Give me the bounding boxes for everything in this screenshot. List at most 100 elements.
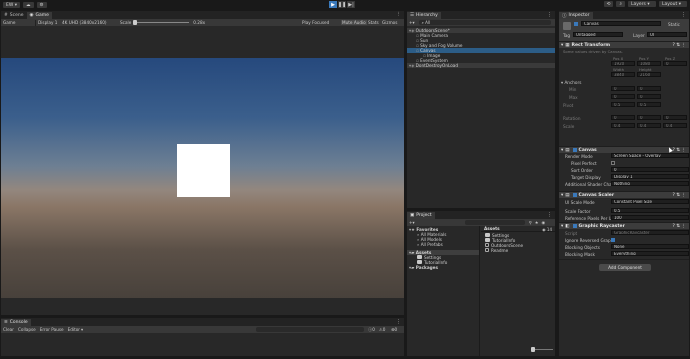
pivot-y-field[interactable]: 0.5 bbox=[637, 102, 661, 107]
static-toggle[interactable]: Static bbox=[668, 22, 680, 27]
reference-ppu-field[interactable]: 100 bbox=[611, 215, 689, 220]
width-field[interactable]: 3840 bbox=[611, 72, 635, 77]
graphic-raycaster-enabled-checkbox[interactable] bbox=[572, 224, 577, 228]
console-search-field[interactable] bbox=[256, 327, 364, 332]
layers-dropdown[interactable]: Layers ▾ bbox=[628, 1, 656, 7]
game-mode-dropdown[interactable]: Game bbox=[3, 20, 33, 25]
component-menu-icon[interactable]: ? ⇅ ⋮ bbox=[672, 148, 686, 153]
zoom-slider-handle[interactable] bbox=[531, 347, 535, 352]
max-y-field[interactable]: 0 bbox=[637, 94, 661, 99]
render-mode-dropdown[interactable]: Screen Space - Overlay bbox=[611, 153, 689, 158]
tab-console[interactable]: ≡ Console bbox=[1, 319, 31, 326]
pos-z-field[interactable]: 0 bbox=[663, 61, 687, 66]
display-dropdown[interactable]: Display 1 bbox=[38, 20, 62, 25]
mute-audio-toggle[interactable]: Mute Audio bbox=[341, 20, 367, 25]
min-y-field[interactable]: 0 bbox=[637, 86, 661, 91]
more-icon[interactable]: ⋮ bbox=[396, 319, 401, 325]
error-pause-button[interactable]: Error Pause bbox=[40, 327, 64, 332]
rotation-z-field[interactable]: 0 bbox=[663, 115, 687, 120]
hierarchy-search-field[interactable]: ⌕ All bbox=[418, 20, 551, 25]
add-icon[interactable]: +▾ bbox=[409, 20, 415, 25]
log-count[interactable]: ⓘ0 bbox=[368, 327, 375, 333]
error-count[interactable]: ⊗0 bbox=[391, 327, 397, 332]
scale-x-field[interactable]: 0.4 bbox=[611, 123, 635, 128]
min-x-field[interactable]: 0 bbox=[611, 86, 635, 91]
cloud-icon[interactable]: ☁ bbox=[23, 2, 34, 8]
height-field[interactable]: 2160 bbox=[637, 72, 661, 77]
tab-inspector[interactable]: ⓘ Inspector bbox=[559, 12, 593, 19]
history-icon[interactable]: ⟲ bbox=[603, 1, 614, 7]
pos-y-field[interactable]: 1080 bbox=[637, 61, 661, 66]
rotation-x-field[interactable]: 0 bbox=[611, 115, 635, 120]
more-icon[interactable]: ⋮ bbox=[397, 12, 402, 17]
project-tree-item[interactable]: ⌕ All Prefabs bbox=[407, 242, 479, 247]
canvas-scaler-body: UI Scale Mode Constant Pixel Size Scale … bbox=[559, 198, 689, 222]
filter-icon[interactable]: ⚲ bbox=[529, 220, 532, 225]
project-tree-item[interactable]: ▾▰ Packages bbox=[407, 265, 479, 270]
warning-count[interactable]: ⚠0 bbox=[379, 327, 385, 332]
graphic-raycaster-header[interactable]: ▾ ◧ Graphic Raycaster ? ⇅ ⋮ bbox=[559, 222, 689, 229]
blocking-mask-dropdown[interactable]: Everything bbox=[611, 251, 689, 256]
stats-toggle[interactable]: Stats bbox=[368, 20, 379, 25]
canvas-enabled-checkbox[interactable] bbox=[572, 148, 577, 152]
eye-icon[interactable]: ◉ bbox=[541, 220, 545, 225]
layer-dropdown[interactable]: UI bbox=[647, 32, 687, 37]
canvas-scaler-header[interactable]: ▾ ▤ Canvas Scaler ? ⇅ ⋮ bbox=[559, 191, 689, 198]
asset-item[interactable]: Readme bbox=[481, 248, 555, 253]
anchors-foldout[interactable]: ▾ Anchors bbox=[561, 80, 581, 85]
component-menu-icon[interactable]: ? ⇅ ⋮ bbox=[672, 43, 686, 48]
scale-factor-field[interactable]: 0.5 bbox=[611, 208, 689, 213]
star-icon[interactable]: ★ bbox=[535, 220, 539, 225]
tab-project[interactable]: ▣ Project bbox=[407, 212, 435, 219]
shader-channels-dropdown[interactable]: Nothing bbox=[611, 181, 689, 186]
component-menu-icon[interactable]: ? ⇅ ⋮ bbox=[672, 224, 686, 229]
resolution-dropdown[interactable]: 4K UHD (3840x2160) bbox=[62, 20, 120, 25]
rotation-y-field[interactable]: 0 bbox=[637, 115, 661, 120]
active-checkbox[interactable] bbox=[574, 22, 578, 26]
ui-scale-mode-dropdown[interactable]: Constant Pixel Size bbox=[611, 199, 689, 204]
chevron-down-icon[interactable]: ▾◈ bbox=[409, 28, 416, 33]
more-icon[interactable]: ⋮ bbox=[681, 12, 686, 18]
more-icon[interactable]: ⋮ bbox=[547, 212, 552, 218]
tag-dropdown[interactable]: Untagged bbox=[573, 32, 623, 37]
tab-scene[interactable]: # Scene bbox=[1, 12, 27, 19]
component-menu-icon[interactable]: ? ⇅ ⋮ bbox=[672, 193, 686, 198]
blocking-objects-dropdown[interactable]: None bbox=[611, 244, 689, 249]
scale-slider[interactable] bbox=[133, 20, 190, 25]
canvas-scaler-enabled-checkbox[interactable] bbox=[572, 193, 577, 197]
zoom-slider[interactable] bbox=[531, 347, 553, 352]
sort-order-field[interactable]: 0 bbox=[611, 167, 689, 172]
pause-icon[interactable]: ❚❚ bbox=[338, 1, 346, 8]
hierarchy-item[interactable]: ▾◈ DontDestroyOnLoad bbox=[407, 63, 555, 68]
clear-button[interactable]: Clear bbox=[3, 327, 14, 332]
tab-hierarchy[interactable]: ☰ Hierarchy bbox=[407, 12, 441, 19]
account-button[interactable]: EW ▾ bbox=[3, 2, 20, 8]
project-search-field[interactable] bbox=[464, 220, 525, 225]
add-icon[interactable]: +▾ bbox=[409, 220, 415, 225]
pos-x-field[interactable]: 1920 bbox=[611, 61, 635, 66]
target-display-dropdown[interactable]: Display 1 bbox=[611, 174, 689, 179]
add-component-button[interactable]: Add Component bbox=[599, 264, 651, 271]
play-focused-dropdown[interactable]: Play Focused bbox=[302, 20, 329, 25]
rect-transform-header[interactable]: ▾ ▦ Rect Transform ? ⇅ ⋮ bbox=[559, 41, 689, 48]
pivot-x-field[interactable]: 0.5 bbox=[611, 102, 635, 107]
play-icon[interactable]: ▶ bbox=[329, 1, 337, 8]
pixel-perfect-checkbox[interactable] bbox=[611, 161, 615, 165]
more-icon[interactable]: ⋮ bbox=[547, 12, 552, 18]
max-x-field[interactable]: 0 bbox=[611, 94, 635, 99]
game-viewport[interactable] bbox=[1, 58, 404, 298]
tab-game[interactable]: ◉ Game bbox=[26, 12, 52, 19]
chevron-down-icon[interactable]: ▾◈ bbox=[409, 63, 416, 68]
gizmos-toggle[interactable]: Gizmos bbox=[382, 20, 397, 25]
layout-dropdown[interactable]: Layout ▾ bbox=[659, 1, 687, 7]
ignore-reversed-checkbox[interactable] bbox=[611, 238, 615, 242]
name-field[interactable]: Canvas bbox=[581, 21, 661, 26]
scale-slider-handle[interactable] bbox=[133, 20, 138, 25]
collapse-button[interactable]: Collapse bbox=[18, 327, 36, 332]
collab-icon[interactable]: ⚙ bbox=[36, 2, 47, 8]
step-icon[interactable]: ▶| bbox=[347, 1, 355, 8]
editor-dropdown[interactable]: Editor bbox=[68, 327, 80, 332]
search-icon[interactable]: ⌕ bbox=[616, 1, 625, 7]
scale-z-field[interactable]: 0.4 bbox=[663, 123, 687, 128]
scale-y-field[interactable]: 0.4 bbox=[637, 123, 661, 128]
